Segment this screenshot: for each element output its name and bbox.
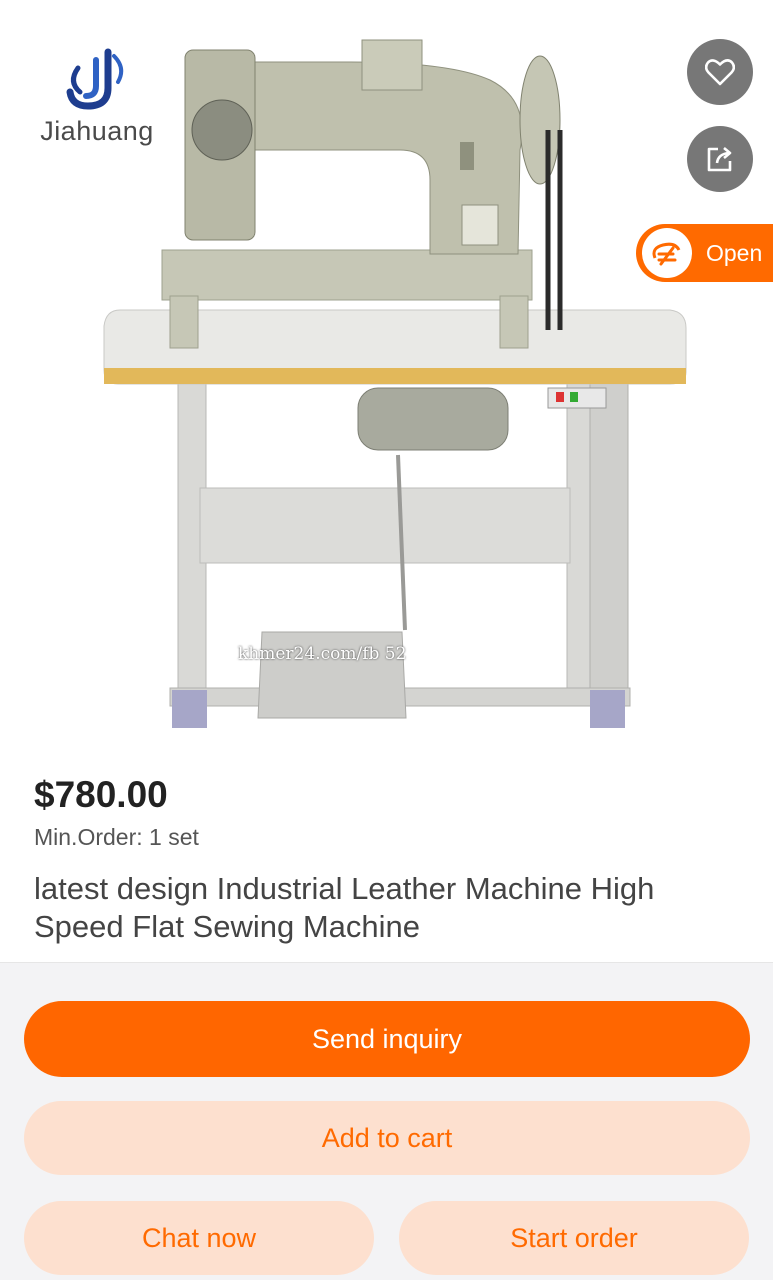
min-order: Min.Order: 1 set: [34, 824, 199, 850]
product-price: $780.00: [34, 774, 168, 815]
add-to-cart-button[interactable]: Add to cart: [24, 1101, 750, 1175]
brand-logo[interactable]: Jiahuang: [32, 48, 162, 147]
image-watermark: khmer24.com/fb 52: [238, 644, 407, 664]
brand-name: Jiahuang: [40, 116, 154, 146]
product-info: $780.00 Min.Order: 1 set latest design I…: [0, 760, 773, 962]
open-in-app-button[interactable]: Open: [636, 224, 773, 282]
action-bar: Send inquiry Add to cart Chat now Start …: [0, 962, 773, 1280]
product-title: latest design Industrial Leather Machine…: [34, 871, 655, 944]
start-order-button[interactable]: Start order: [399, 1201, 749, 1275]
jiahuang-logo-icon: [66, 48, 124, 110]
alibaba-logo-icon: [642, 228, 692, 278]
share-button[interactable]: [687, 126, 753, 192]
product-image-area[interactable]: Jiahuang Open khmer24.com/fb 52: [0, 0, 773, 760]
favorite-button[interactable]: [687, 39, 753, 105]
send-inquiry-button[interactable]: Send inquiry: [24, 1001, 750, 1077]
open-label: Open: [706, 239, 763, 266]
heart-icon: [705, 59, 735, 86]
share-icon: [707, 147, 732, 172]
chat-now-button[interactable]: Chat now: [24, 1201, 374, 1275]
